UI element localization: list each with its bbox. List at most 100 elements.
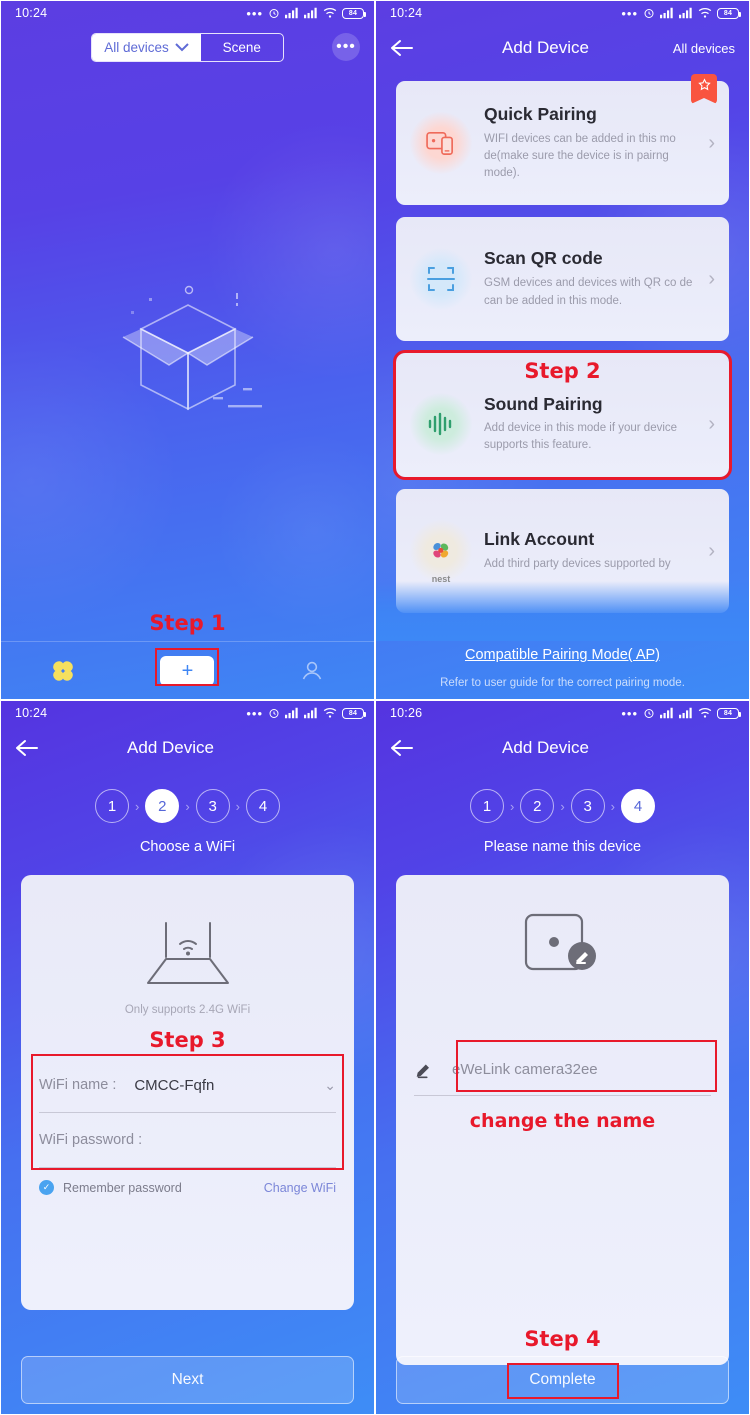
empty-box-illustration <box>1 281 374 431</box>
page-title: Add Device <box>127 738 214 757</box>
step3-highlight-box <box>31 1054 344 1170</box>
nav-bar: Add Device <box>376 725 749 771</box>
segment-scene[interactable]: Scene <box>201 34 283 61</box>
change-wifi-link[interactable]: Change WiFi <box>264 1181 336 1195</box>
chevron-right-icon: › <box>708 539 715 562</box>
status-icons: ••• 84 <box>621 6 741 21</box>
nest-logo-icon: nest <box>410 520 472 584</box>
step-indicator: 1 › 2 › 3 › 4 <box>1 789 374 823</box>
remember-password-label: Remember password <box>63 1180 182 1195</box>
status-time: 10:24 <box>390 6 423 20</box>
step-circle-1: 1 <box>94 789 129 823</box>
status-bar: 10:26 ••• 84 <box>376 701 749 725</box>
step4-annotation: Step 4 <box>524 1327 601 1351</box>
alarm-icon <box>269 709 279 718</box>
battery-icon: 84 <box>717 7 741 19</box>
card-text: Link Account Add third party devices sup… <box>478 529 704 573</box>
alarm-icon <box>269 9 279 18</box>
step-arrow-icon: › <box>185 798 190 814</box>
qr-scan-icon <box>410 248 472 310</box>
wifi-icon <box>698 708 712 718</box>
remember-password-toggle[interactable]: ✓ Remember password <box>39 1180 182 1195</box>
status-bar: 10:24 ••• 84 <box>1 701 374 725</box>
home-icon <box>53 660 73 681</box>
signal-2-icon <box>304 707 317 719</box>
card-title: Scan QR code <box>484 248 603 269</box>
signal-2-icon <box>679 707 692 719</box>
ellipsis-icon: ••• <box>621 705 638 721</box>
back-button[interactable] <box>390 739 420 757</box>
wifi-fields: WiFi name : CMCC-Fqfn ⌄ WiFi password : <box>31 1054 344 1170</box>
card-text: Scan QR code GSM devices and devices wit… <box>478 248 704 310</box>
chevron-right-icon: › <box>708 267 715 290</box>
device-name-sheet: eWeLink camera32ee change the name Step … <box>396 875 729 1365</box>
card-scan-qr[interactable]: Scan QR code GSM devices and devices wit… <box>396 217 729 341</box>
step-circle-3: 3 <box>570 789 605 823</box>
change-name-annotation: change the name <box>469 1110 656 1132</box>
nav-bar: Add Device All devices <box>376 25 749 71</box>
status-icons: ••• 84 <box>246 706 366 721</box>
star-icon <box>697 78 711 91</box>
step-arrow-icon: › <box>560 798 565 814</box>
card-text: Quick Pairing WIFI devices can be added … <box>478 104 704 183</box>
signal-2-icon <box>679 7 692 19</box>
complete-button[interactable]: Complete <box>396 1356 729 1404</box>
back-arrow-icon <box>391 740 413 756</box>
page-title: Add Device <box>502 38 589 57</box>
pairing-mode-list: Quick Pairing WIFI devices can be added … <box>376 71 749 613</box>
more-options-button[interactable]: ••• <box>332 33 360 61</box>
screenshot-grid: 10:24 ••• 84 All devices Scene ••• Step … <box>0 0 750 1415</box>
panel2-footer: Compatible Pairing Mode( AP) Refer to us… <box>376 647 749 689</box>
device-name-field[interactable]: eWeLink camera32ee <box>414 1040 717 1096</box>
card-title: Quick Pairing <box>484 103 597 124</box>
segment-all-devices[interactable]: All devices <box>92 34 201 61</box>
panel-name-device: 10:26 ••• 84 Add Device 1 › 2 › 3 › 4 Pl… <box>375 700 750 1415</box>
top-segment-control: All devices Scene ••• <box>1 25 374 62</box>
wifi-form-sheet: Only supports 2.4G WiFi Step 3 WiFi name… <box>21 875 354 1310</box>
battery-icon: 84 <box>342 7 366 19</box>
tab-profile[interactable] <box>250 658 374 684</box>
decor-blob <box>214 431 374 631</box>
panel-device-list: 10:24 ••• 84 All devices Scene ••• Step … <box>0 0 375 700</box>
status-icons: ••• 84 <box>621 705 741 721</box>
quick-pairing-icon <box>410 112 472 174</box>
step-arrow-icon: › <box>610 798 616 814</box>
step3-annotation: Step 3 <box>149 1028 226 1052</box>
status-time: 10:24 <box>15 6 48 20</box>
card-description: Add third party devices supported by <box>484 557 671 570</box>
card-description: Add device in this mode if your device s… <box>484 421 678 451</box>
chevron-down-icon <box>175 43 189 52</box>
step4-complete-highlight-box <box>506 1363 619 1399</box>
card-sound-pairing[interactable]: Step 2 Sound Pairing Add device in this … <box>393 350 732 480</box>
status-bar: 10:24 ••• 84 <box>1 1 374 25</box>
card-quick-pairing[interactable]: Quick Pairing WIFI devices can be added … <box>396 74 729 205</box>
step-circle-1: 1 <box>469 789 504 823</box>
step1-highlight-box <box>155 648 219 686</box>
edit-pencil-icon <box>416 1064 429 1078</box>
step-arrow-icon: › <box>235 798 241 814</box>
step-circle-2: 2 <box>520 789 555 823</box>
nav-bar: Add Device <box>1 725 374 771</box>
fade-mask <box>376 581 749 641</box>
card-title: Sound Pairing <box>484 393 603 414</box>
back-button[interactable] <box>390 39 420 57</box>
back-button[interactable] <box>15 739 45 757</box>
step-circle-3: 3 <box>195 789 230 823</box>
card-description: GSM devices and devices with QR co de ca… <box>484 277 693 307</box>
card-text: Sound Pairing Add device in this mode if… <box>478 394 704 455</box>
step-indicator: 1 › 2 › 3 › 4 <box>376 789 749 823</box>
ellipsis-icon: ••• <box>246 5 263 21</box>
status-icons: ••• 84 <box>246 5 366 21</box>
tab-home[interactable] <box>1 658 125 684</box>
checkmark-icon: ✓ <box>39 1180 54 1195</box>
status-bar: 10:24 ••• 84 <box>376 1 749 25</box>
nav-all-devices-link[interactable]: All devices <box>671 41 735 56</box>
remember-password-row: ✓ Remember password Change WiFi <box>39 1180 336 1195</box>
card-description: WIFI devices can be added in this mo de(… <box>484 132 676 180</box>
favorite-badge <box>691 74 717 104</box>
compatible-pairing-mode-link[interactable]: Compatible Pairing Mode( AP) <box>376 647 749 663</box>
next-button[interactable]: Next <box>21 1356 354 1404</box>
step2-annotation: Step 2 <box>524 359 601 383</box>
alarm-icon <box>644 9 654 18</box>
signal-1-icon <box>285 7 298 19</box>
